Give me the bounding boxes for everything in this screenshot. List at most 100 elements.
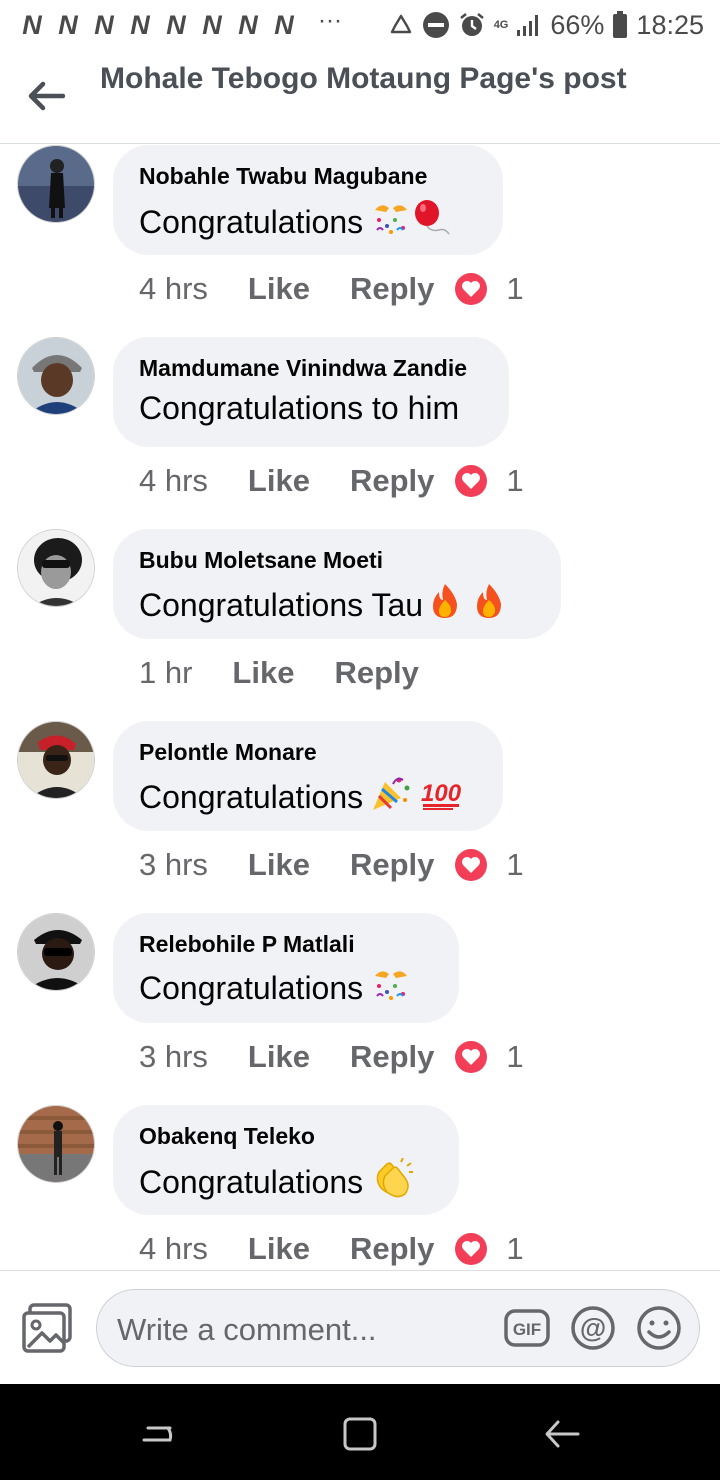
back-nav-icon <box>545 1420 580 1448</box>
battery-percent: 66% <box>550 9 605 40</box>
like-button[interactable]: Like <box>248 847 310 883</box>
comment-item: Relebohile P Matlali Congratulations 3 h… <box>0 913 720 1105</box>
battery-icon <box>612 11 628 39</box>
comment-bubble[interactable]: Pelontle Monare Congratulations 100 <box>113 721 503 831</box>
avatar[interactable] <box>17 145 95 223</box>
reply-button[interactable]: Reply <box>334 655 418 691</box>
mention-button[interactable]: @ <box>569 1304 617 1352</box>
avatar[interactable] <box>17 1105 95 1183</box>
notification-icon: N <box>130 9 150 40</box>
photo-button[interactable] <box>20 1301 76 1357</box>
notification-icons: N N N N N N N N <box>16 10 300 41</box>
avatar[interactable] <box>17 337 95 415</box>
like-button[interactable]: Like <box>248 463 310 499</box>
recent-apps-button[interactable] <box>140 1414 180 1454</box>
heart-reaction-icon <box>455 1041 488 1073</box>
reaction-summary[interactable]: 1 <box>454 1039 524 1075</box>
comment-body: Congratulations <box>139 203 364 240</box>
avatar[interactable] <box>17 529 95 607</box>
notification-icon: N <box>202 9 222 40</box>
comment-author[interactable]: Relebohile P Matlali <box>139 931 433 958</box>
comment-time[interactable]: 3 hrs <box>139 1039 208 1075</box>
reply-button[interactable]: Reply <box>350 1039 434 1075</box>
reaction-summary[interactable]: 1 <box>454 463 524 499</box>
network-4g-icon: 4G <box>493 18 509 31</box>
comment-actions: 3 hrs Like Reply 1 <box>139 1037 524 1077</box>
comment-author[interactable]: Nobahle Twabu Magubane <box>139 163 477 190</box>
notification-icon: N <box>274 9 294 40</box>
reply-button[interactable]: Reply <box>350 1231 434 1267</box>
do-not-disturb-icon <box>422 11 450 39</box>
gif-icon: GIF <box>504 1309 550 1347</box>
like-button[interactable]: Like <box>248 1039 310 1075</box>
comment-bubble[interactable]: Mamdumane Vinindwa Zandie Congratulation… <box>113 337 509 447</box>
back-button[interactable] <box>24 76 68 116</box>
reply-button[interactable]: Reply <box>350 847 434 883</box>
arrow-left-icon <box>28 81 65 111</box>
svg-text:@: @ <box>580 1313 606 1343</box>
comment-author[interactable]: Bubu Moletsane Moeti <box>139 547 535 574</box>
comment-actions: 4 hrs Like Reply 1 <box>139 1229 524 1269</box>
party-popper-icon <box>371 774 411 820</box>
reaction-count: 1 <box>506 463 524 498</box>
comment-bubble[interactable]: Bubu Moletsane Moeti Congratulations Tau <box>113 529 561 639</box>
comment-bubble[interactable]: Obakenq Teleko Congratulations <box>113 1105 459 1215</box>
home-icon <box>343 1417 377 1451</box>
comment-author[interactable]: Mamdumane Vinindwa Zandie <box>139 355 483 382</box>
comment-author[interactable]: Obakenq Teleko <box>139 1123 433 1150</box>
notification-icon: N <box>238 9 258 40</box>
composer-tools: GIF @ <box>503 1304 683 1352</box>
comment-bubble[interactable]: Relebohile P Matlali Congratulations <box>113 913 459 1023</box>
comment-time[interactable]: 4 hrs <box>139 1231 208 1267</box>
reaction-count: 1 <box>506 847 524 882</box>
alarm-icon <box>458 11 486 39</box>
heart-reaction-icon <box>455 465 488 497</box>
home-button[interactable] <box>340 1414 380 1454</box>
fire-icon <box>427 582 463 628</box>
comment-time[interactable]: 4 hrs <box>139 271 208 307</box>
comment-text: Congratulations 100 <box>139 774 477 820</box>
notification-icon: N <box>94 9 114 40</box>
reaction-count: 1 <box>506 1231 524 1266</box>
comment-text: Congratulations <box>139 966 433 1010</box>
like-button[interactable]: Like <box>248 271 310 307</box>
comment-input[interactable]: Write a comment... GIF @ <box>96 1289 700 1367</box>
notification-icon: N <box>58 9 78 40</box>
comment-placeholder: Write a comment... <box>117 1312 377 1347</box>
comment-actions: 3 hrs Like Reply 1 <box>139 845 524 885</box>
like-button[interactable]: Like <box>232 655 294 691</box>
comment-time[interactable]: 1 hr <box>139 655 192 691</box>
reaction-summary[interactable]: 1 <box>454 271 524 307</box>
balloon-icon <box>411 198 451 246</box>
reaction-summary[interactable]: 1 <box>454 847 524 883</box>
photo-icon <box>22 1303 72 1353</box>
comment-body: Congratulations <box>139 1163 364 1200</box>
comment-actions: 4 hrs Like Reply 1 <box>139 461 524 501</box>
emoji-button[interactable] <box>635 1304 683 1352</box>
page-title: Mohale Tebogo Motaung Page's post <box>100 62 627 95</box>
avatar[interactable] <box>17 913 95 991</box>
comment-author[interactable]: Pelontle Monare <box>139 739 477 766</box>
notification-icon: N <box>22 9 42 40</box>
comment-time[interactable]: 4 hrs <box>139 463 208 499</box>
svg-text:GIF: GIF <box>513 1320 541 1339</box>
comment-body: Congratulations to him <box>139 390 460 426</box>
reply-button[interactable]: Reply <box>350 463 434 499</box>
comment-text: Congratulations <box>139 198 477 246</box>
reaction-count: 1 <box>506 1039 524 1074</box>
reaction-count: 1 <box>506 271 524 306</box>
gif-button[interactable]: GIF <box>503 1304 551 1352</box>
like-button[interactable]: Like <box>248 1231 310 1267</box>
svg-text:100: 100 <box>421 780 462 807</box>
comment-body: Congratulations Tau <box>139 586 424 623</box>
reply-button[interactable]: Reply <box>350 271 434 307</box>
mention-icon: @ <box>571 1306 615 1350</box>
comment-bubble[interactable]: Nobahle Twabu Magubane Congratulations <box>113 145 503 255</box>
back-nav-button[interactable] <box>542 1414 582 1454</box>
comment-composer: Write a comment... GIF @ <box>0 1270 720 1384</box>
avatar[interactable] <box>17 721 95 799</box>
hundred-points-icon: 100 <box>419 775 463 819</box>
reaction-summary[interactable]: 1 <box>454 1231 524 1267</box>
comment-item: Nobahle Twabu Magubane Congratulations 4… <box>0 145 720 337</box>
comment-time[interactable]: 3 hrs <box>139 847 208 883</box>
